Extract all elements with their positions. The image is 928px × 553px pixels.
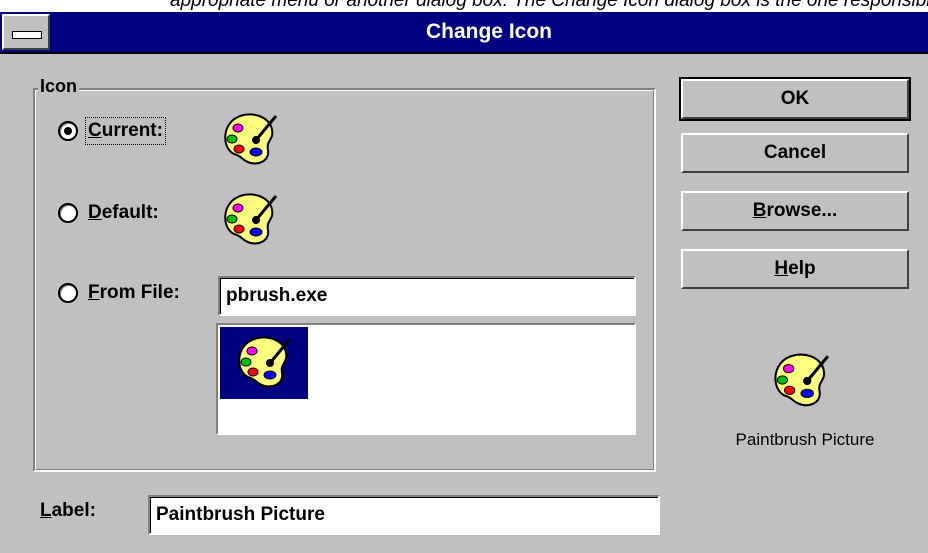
radio-default[interactable]: Default:: [58, 202, 159, 224]
radio-current-label: Current:: [85, 117, 166, 145]
list-palette-icon: [237, 335, 292, 388]
title-bar: Change Icon: [0, 12, 928, 54]
preview-palette-icon: [773, 353, 830, 407]
page-caption-strip: appropriate menu or another dialog box: …: [0, 0, 928, 12]
system-menu-icon: [12, 31, 42, 39]
page-caption: appropriate menu or another dialog box: …: [170, 0, 928, 11]
system-menu-button[interactable]: [2, 14, 50, 50]
window-title: Change Icon: [425, 20, 552, 43]
radio-from-file[interactable]: From File:: [58, 282, 180, 304]
current-palette-icon: [223, 112, 278, 165]
icon-listbox[interactable]: [216, 323, 636, 435]
preview-caption: Paintbrush Picture: [735, 430, 875, 449]
label-input[interactable]: Paintbrush Picture: [148, 495, 660, 535]
help-button[interactable]: Help: [681, 249, 909, 289]
label-field-label: Label:: [40, 500, 96, 521]
radio-from-file-button[interactable]: [58, 283, 78, 303]
radio-default-button[interactable]: [58, 203, 78, 223]
cancel-button[interactable]: Cancel: [681, 133, 909, 173]
radio-current[interactable]: Current:: [58, 117, 166, 145]
radio-from-file-label: From File:: [88, 282, 180, 303]
radio-default-label: Default:: [88, 202, 159, 223]
change-icon-dialog: Change Icon Icon Current: Default: From …: [0, 12, 928, 553]
selected-icon-item[interactable]: [220, 327, 308, 399]
from-file-input[interactable]: pbrush.exe: [218, 276, 636, 316]
default-palette-icon: [223, 192, 278, 245]
browse-button[interactable]: Browse...: [681, 191, 909, 231]
icon-group-label: Icon: [38, 76, 80, 97]
radio-current-button[interactable]: [58, 121, 78, 141]
ok-button[interactable]: OK: [679, 77, 911, 121]
